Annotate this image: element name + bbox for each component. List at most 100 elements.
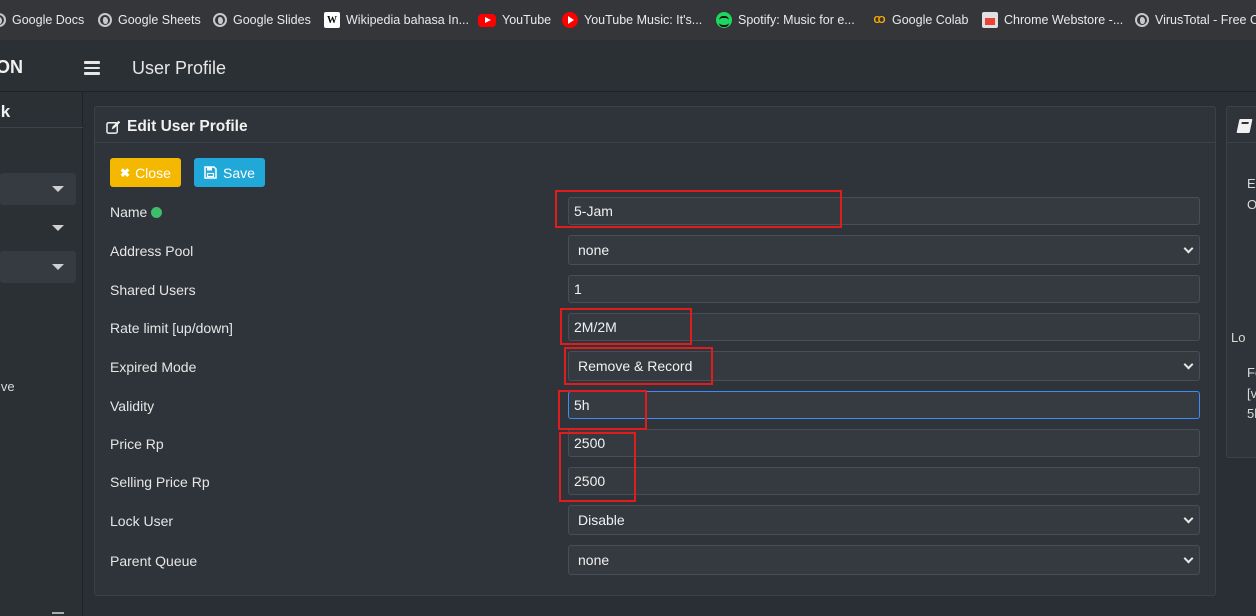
- selling-price-label: Selling Price Rp: [110, 474, 210, 490]
- address-pool-value: none: [578, 242, 610, 258]
- sidebar: ik ive: [0, 92, 83, 616]
- bookmark-wikipedia[interactable]: W Wikipedia bahasa In...: [324, 12, 469, 28]
- save-icon: [204, 166, 217, 179]
- chevron-down-icon: [1183, 553, 1194, 564]
- validity-label: Validity: [110, 398, 155, 414]
- parent-queue-label: Parent Queue: [110, 553, 198, 569]
- bookmark-google-docs[interactable]: Google Docs: [0, 12, 84, 28]
- chrome-webstore-icon: [982, 12, 998, 28]
- save-button[interactable]: Save: [194, 158, 265, 187]
- selling-price-value: 2500: [574, 473, 606, 489]
- sidebar-item-label[interactable]: ive: [0, 379, 15, 394]
- bookmark-label: Google Slides: [233, 13, 311, 27]
- brand-text: ON: [0, 57, 23, 77]
- address-pool-select[interactable]: none: [568, 235, 1200, 265]
- chevron-down-icon: [1183, 359, 1194, 370]
- shared-users-label: Shared Users: [110, 282, 196, 298]
- bookmark-google-colab[interactable]: CO Google Colab: [870, 12, 969, 28]
- sidebar-menu-item-1[interactable]: [0, 173, 76, 205]
- side-card-text: O: [1247, 197, 1256, 212]
- rate-limit-input[interactable]: 2M/2M: [568, 313, 1200, 341]
- bookmark-label: YouTube: [502, 13, 552, 27]
- lock-user-select[interactable]: Disable: [568, 505, 1200, 535]
- page-title: User Profile: [132, 58, 227, 78]
- wikipedia-icon: W: [324, 12, 340, 28]
- bookmark-spotify[interactable]: Spotify: Music for e...: [716, 12, 855, 28]
- side-card-header: [1227, 107, 1256, 143]
- rate-limit-value: 2M/2M: [574, 319, 617, 335]
- card-header: Edit User Profile: [95, 107, 1215, 143]
- bookmark-label: VirusTotal - Free O: [1155, 13, 1256, 27]
- name-input[interactable]: 5-Jam: [568, 197, 1200, 225]
- expired-mode-label: Expired Mode: [110, 359, 197, 375]
- lock-user-label: Lock User: [110, 513, 174, 529]
- menu-toggle-icon[interactable]: [84, 61, 100, 75]
- save-button-label: Save: [223, 164, 255, 181]
- globe-icon: [98, 13, 112, 27]
- sidebar-user-name: ik: [0, 102, 11, 121]
- price-input[interactable]: 2500: [568, 429, 1200, 457]
- edit-user-profile-card: Edit User Profile ✖ Close Save Name Addr…: [94, 106, 1216, 596]
- bookmark-youtube-music[interactable]: YouTube Music: It's...: [562, 12, 702, 28]
- selling-price-input[interactable]: 2500: [568, 467, 1200, 495]
- sidebar-divider: [0, 127, 83, 128]
- close-icon: ✖: [120, 165, 131, 180]
- side-card-text: Fo: [1247, 365, 1256, 380]
- top-header: ON User Profile: [0, 40, 1256, 92]
- parent-queue-value: none: [578, 552, 610, 568]
- card-title-text: Edit User Profile: [127, 118, 248, 135]
- spotify-icon: [716, 12, 732, 28]
- validity-value: 5h: [574, 397, 590, 413]
- name-label: Name: [110, 204, 163, 220]
- lock-user-value: Disable: [578, 512, 625, 528]
- validity-input[interactable]: 5h: [568, 391, 1200, 419]
- bookmark-youtube[interactable]: YouTube: [478, 12, 551, 28]
- edit-icon: [106, 120, 121, 134]
- expired-mode-select[interactable]: Remove & Record: [568, 351, 1200, 381]
- price-value: 2500: [574, 435, 606, 451]
- side-card-text: Ex: [1247, 176, 1256, 191]
- bookmark-label: Google Colab: [892, 13, 969, 27]
- sidebar-menu-item-3[interactable]: [0, 251, 76, 283]
- globe-icon: [1135, 13, 1149, 27]
- colab-icon: CO: [873, 14, 886, 26]
- bookmark-google-slides[interactable]: Google Slides: [213, 12, 311, 28]
- parent-queue-select[interactable]: none: [568, 545, 1200, 575]
- side-card-text: [v: [1247, 386, 1256, 401]
- bookmarks-bar: Google Docs Google Sheets Google Slides …: [0, 0, 1256, 40]
- globe-icon: [213, 13, 227, 27]
- expired-mode-value: Remove & Record: [578, 358, 693, 374]
- card-title: Edit User Profile: [106, 118, 248, 136]
- youtube-icon: [478, 13, 496, 27]
- chevron-down-icon: [1183, 513, 1194, 524]
- chevron-down-icon: [1183, 243, 1194, 254]
- shared-users-value: 1: [574, 281, 582, 297]
- bookmark-label: YouTube Music: It's...: [584, 13, 703, 27]
- caret-down-icon: [52, 186, 64, 192]
- rate-limit-label: Rate limit [up/down]: [110, 320, 233, 336]
- bookmark-label: Google Sheets: [118, 13, 201, 27]
- side-card-text: Lo: [1231, 330, 1246, 345]
- status-online-icon: [151, 207, 163, 218]
- name-input-value: 5-Jam: [574, 203, 613, 219]
- bookmark-label: Spotify: Music for e...: [738, 13, 855, 27]
- close-button[interactable]: ✖ Close: [110, 158, 181, 187]
- caret-down-icon: [52, 225, 64, 231]
- close-button-label: Close: [135, 164, 171, 181]
- side-card-text: 5h: [1247, 406, 1256, 421]
- address-pool-label: Address Pool: [110, 243, 194, 259]
- youtube-music-icon: [562, 12, 578, 28]
- bookmark-virustotal[interactable]: VirusTotal - Free O: [1135, 12, 1256, 28]
- book-icon: [1236, 119, 1253, 133]
- globe-icon: [0, 13, 6, 27]
- bookmark-label: Chrome Webstore -...: [1004, 13, 1124, 27]
- bookmark-label: Wikipedia bahasa In...: [346, 13, 469, 27]
- name-label-text: Name: [110, 204, 148, 220]
- price-label: Price Rp: [110, 436, 164, 452]
- shared-users-input[interactable]: 1: [568, 275, 1200, 303]
- bookmark-chrome-webstore[interactable]: Chrome Webstore -...: [982, 12, 1123, 28]
- sidebar-menu-item-2[interactable]: [0, 212, 76, 244]
- bookmark-google-sheets[interactable]: Google Sheets: [98, 12, 201, 28]
- info-side-card: Ex O Lo Fo [v 5h: [1226, 106, 1256, 458]
- caret-down-icon: [52, 264, 64, 270]
